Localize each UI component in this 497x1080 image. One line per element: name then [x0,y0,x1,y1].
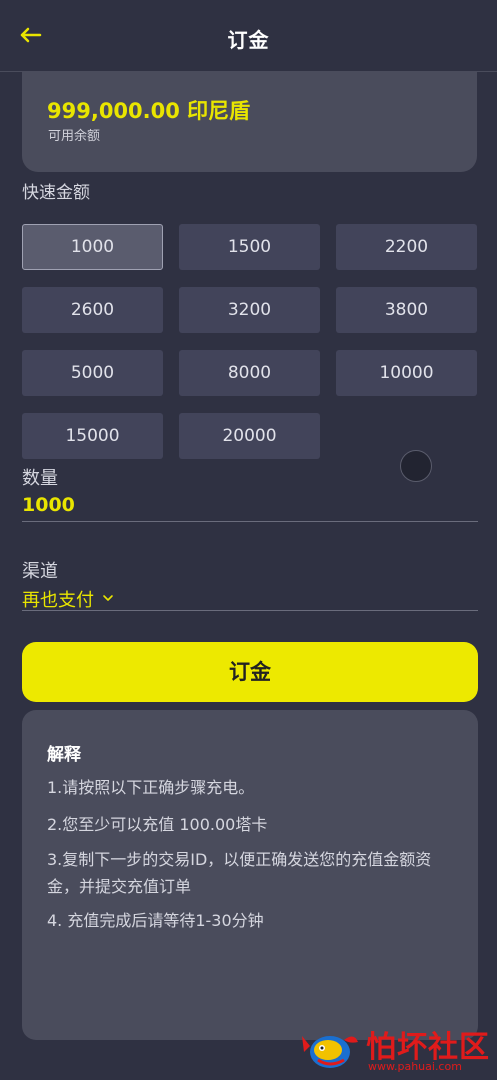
explanation-line: 4. 充值完成后请等待1-30分钟 [47,911,264,930]
amount-option-20000[interactable]: 20000 [179,413,320,459]
quantity-underline [22,521,478,522]
watermark-logo: 怕坏社区 www.pahuai.com [300,1022,497,1076]
balance-card: 999,000.00 印尼盾 可用余额 [22,72,477,172]
amount-option-1500[interactable]: 1500 [179,224,320,270]
balance-label: 可用余额 [48,129,101,144]
explanation-line: 3.复制下一步的交易ID，以便正确发送您的充值金额资金，并提交充值订单 [47,850,432,896]
quantity-label: 数量 [22,468,58,489]
top-bar: 订金 [0,0,497,72]
amount-option-2600[interactable]: 2600 [22,287,163,333]
explanation-line: 2.您至少可以充值 100.00塔卡 [47,815,268,834]
amount-option-15000[interactable]: 15000 [22,413,163,459]
channel-value: 再也支付 [22,590,94,611]
channel-select[interactable]: 再也支付 [22,586,114,612]
quantity-value[interactable]: 1000 [22,494,75,516]
amount-option-3800[interactable]: 3800 [336,287,477,333]
deposit-button[interactable]: 订金 [22,642,478,702]
fish-logo-icon [302,1036,358,1068]
amount-option-3200[interactable]: 3200 [179,287,320,333]
balance-amount: 999,000.00 印尼盾 [47,99,251,123]
floating-dot[interactable] [400,450,432,482]
amount-option-1000[interactable]: 1000 [22,224,163,270]
channel-underline [22,610,478,611]
watermark-url: www.pahuai.com [368,1060,462,1073]
explanation-title: 解释 [47,745,81,765]
amount-option-8000[interactable]: 8000 [179,350,320,396]
amount-option-10000[interactable]: 10000 [336,350,477,396]
channel-label: 渠道 [22,561,58,582]
chevron-down-icon [102,588,114,601]
explanation-card: 解释 1.请按照以下正确步骤充电。 2.您至少可以充值 100.00塔卡 3.复… [22,710,478,1040]
amount-option-2200[interactable]: 2200 [336,224,477,270]
quick-amount-label: 快速金额 [22,183,90,203]
page-title: 订金 [227,28,270,52]
explanation-line: 1.请按照以下正确步骤充电。 [47,778,255,797]
amount-option-5000[interactable]: 5000 [22,350,163,396]
